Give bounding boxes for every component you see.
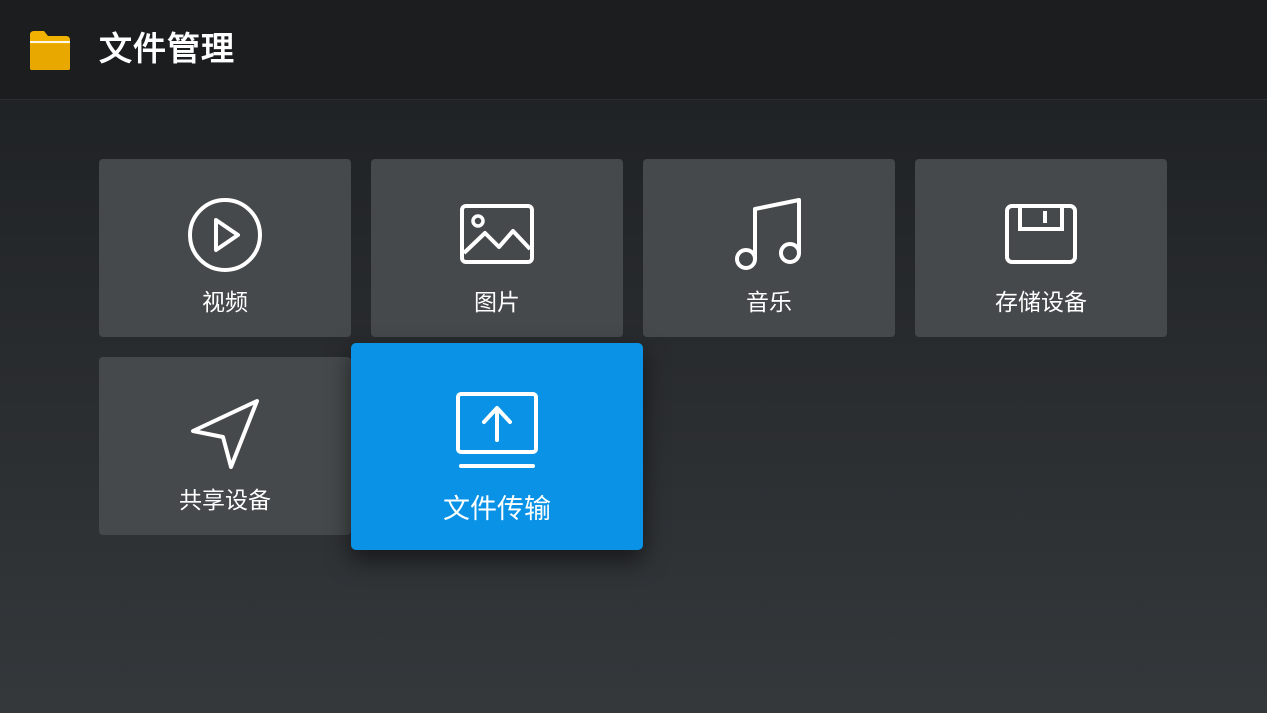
tile-file-transfer[interactable]: 文件传输 (351, 343, 643, 550)
tile-images[interactable]: 图片 (371, 159, 623, 337)
tile-label: 共享设备 (179, 488, 271, 514)
send-arrow-icon (185, 393, 265, 473)
music-note-icon (729, 195, 809, 275)
floppy-disk-icon (1001, 195, 1081, 275)
folder-icon (27, 28, 73, 72)
tile-shared-devices[interactable]: 共享设备 (99, 357, 351, 535)
tile-label: 音乐 (746, 290, 792, 316)
image-icon (457, 195, 537, 275)
tile-label: 存储设备 (995, 290, 1087, 316)
tile-label: 图片 (474, 290, 520, 316)
play-circle-icon (185, 195, 265, 275)
tile-storage-devices[interactable]: 存储设备 (915, 159, 1167, 337)
tile-label: 视频 (202, 290, 248, 316)
app-header: 文件管理 (0, 0, 1267, 100)
tile-music[interactable]: 音乐 (643, 159, 895, 337)
app-title: 文件管理 (99, 29, 235, 68)
monitor-upload-icon (453, 390, 541, 472)
tile-video[interactable]: 视频 (99, 159, 351, 337)
tile-label: 文件传输 (443, 494, 551, 525)
